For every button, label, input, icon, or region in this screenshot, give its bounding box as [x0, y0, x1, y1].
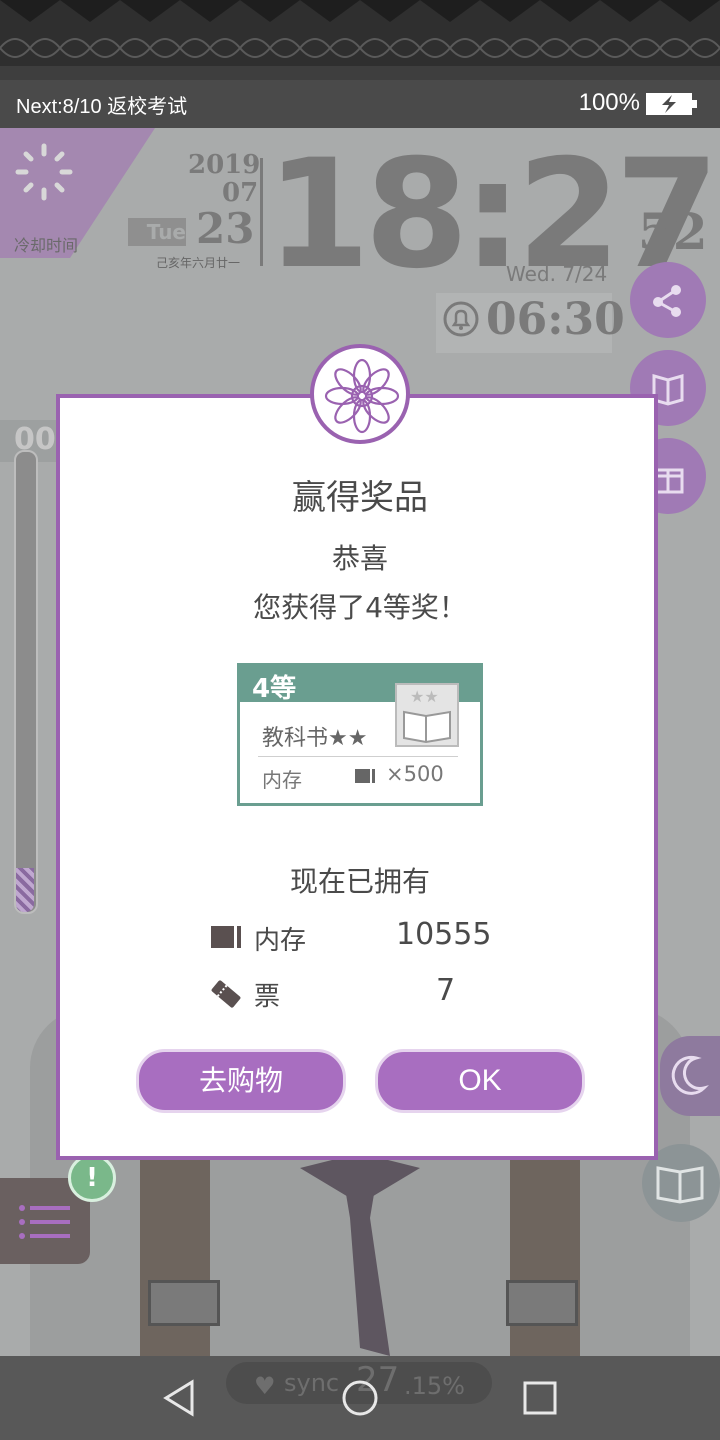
date-year: 2019 — [188, 150, 261, 180]
alarm-bell-icon — [443, 301, 479, 337]
svg-text:★★: ★★ — [410, 687, 439, 706]
battery-percentage: 100% — [578, 89, 640, 116]
sync-decimal: .15% — [404, 1372, 465, 1400]
next-day-date: Wed. 7/24 — [506, 262, 608, 286]
home-icon[interactable] — [340, 1378, 380, 1418]
date-day: 23 — [196, 204, 255, 253]
character-ribbon — [300, 1158, 420, 1356]
date-divider — [260, 158, 263, 266]
cooldown-label: 冷却时间 — [14, 236, 79, 255]
next-event-label: Next:8/10 返校考试 — [16, 96, 188, 118]
heart-icon: ♥ — [254, 1372, 276, 1400]
memory-value: 10555 — [396, 917, 492, 952]
battery-charging-icon — [646, 93, 697, 115]
ticket-label: 票 — [254, 982, 281, 1012]
prize-stock-label: 内存 — [262, 768, 302, 792]
memory-label: 内存 — [254, 926, 307, 956]
sync-label: sync — [284, 1369, 340, 1397]
energy-gauge — [14, 450, 38, 914]
owned-title: 现在已拥有 — [289, 865, 430, 898]
ok-button[interactable]: OK — [375, 1049, 585, 1113]
dialog-title: 赢得奖品 — [292, 478, 428, 518]
prize-name: 教科书★★ — [262, 726, 368, 751]
memory-card-icon — [355, 769, 375, 783]
go-shopping-button[interactable]: 去购物 — [136, 1049, 346, 1113]
alarm-time: 06:30 — [486, 294, 625, 345]
prize-result-text: 您获得了4等奖！ — [253, 591, 467, 624]
recents-icon[interactable] — [520, 1378, 560, 1418]
back-icon[interactable] — [160, 1378, 200, 1418]
exclamation-icon[interactable]: ! — [68, 1154, 116, 1202]
ticket-icon — [211, 980, 241, 1008]
emblem-badge — [310, 344, 410, 444]
prize-rank: 4等 — [252, 674, 297, 704]
clock-seconds: 52 — [638, 202, 708, 261]
status-bar: Next:8/10 返校考试 100% — [0, 80, 720, 128]
prize-divider — [258, 756, 458, 757]
share-icon — [653, 285, 681, 317]
moon-icon — [671, 1055, 709, 1095]
character-buckle — [148, 1280, 220, 1326]
decorative-top-pattern — [0, 0, 720, 80]
weekday-tab: Tue — [128, 218, 186, 246]
ticket-value: 7 — [436, 973, 456, 1008]
lunar-date: 己亥年六月廿一 — [156, 256, 241, 270]
textbook-icon: ★★ — [395, 683, 459, 747]
flower-emblem-icon — [324, 358, 400, 434]
character-buckle — [506, 1280, 578, 1326]
congrats-text: 恭喜 — [331, 542, 388, 575]
night-mode-button[interactable] — [660, 1036, 720, 1116]
share-button[interactable] — [630, 262, 706, 338]
prize-amount: ×500 — [386, 762, 444, 786]
memory-card-icon — [211, 926, 241, 948]
